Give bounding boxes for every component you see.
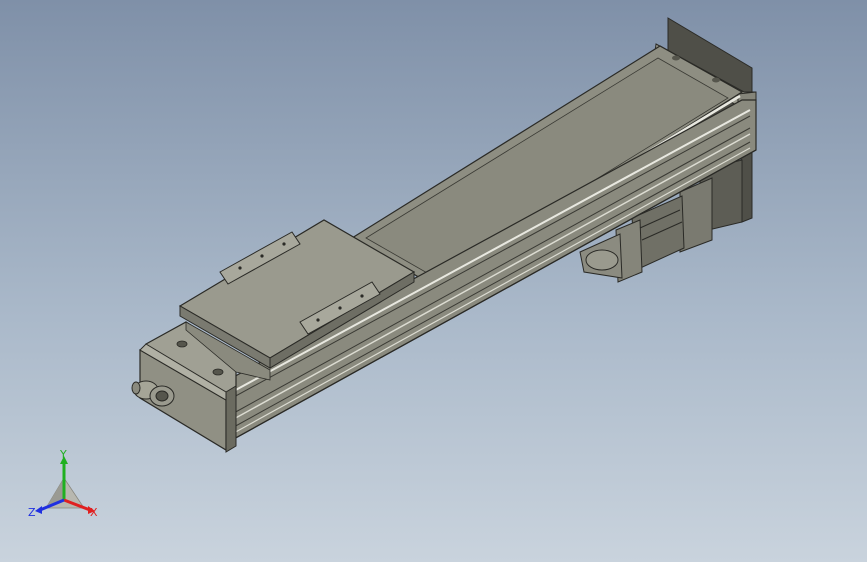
y-axis-label: Y — [59, 448, 67, 461]
z-axis-label: Z — [28, 506, 36, 519]
x-axis-label: X — [90, 506, 98, 519]
graphics-viewport[interactable]: Y X Z — [0, 0, 867, 562]
cad-model-view[interactable]: Y X Z — [0, 0, 867, 562]
orientation-triad[interactable]: Y X Z — [28, 448, 98, 519]
